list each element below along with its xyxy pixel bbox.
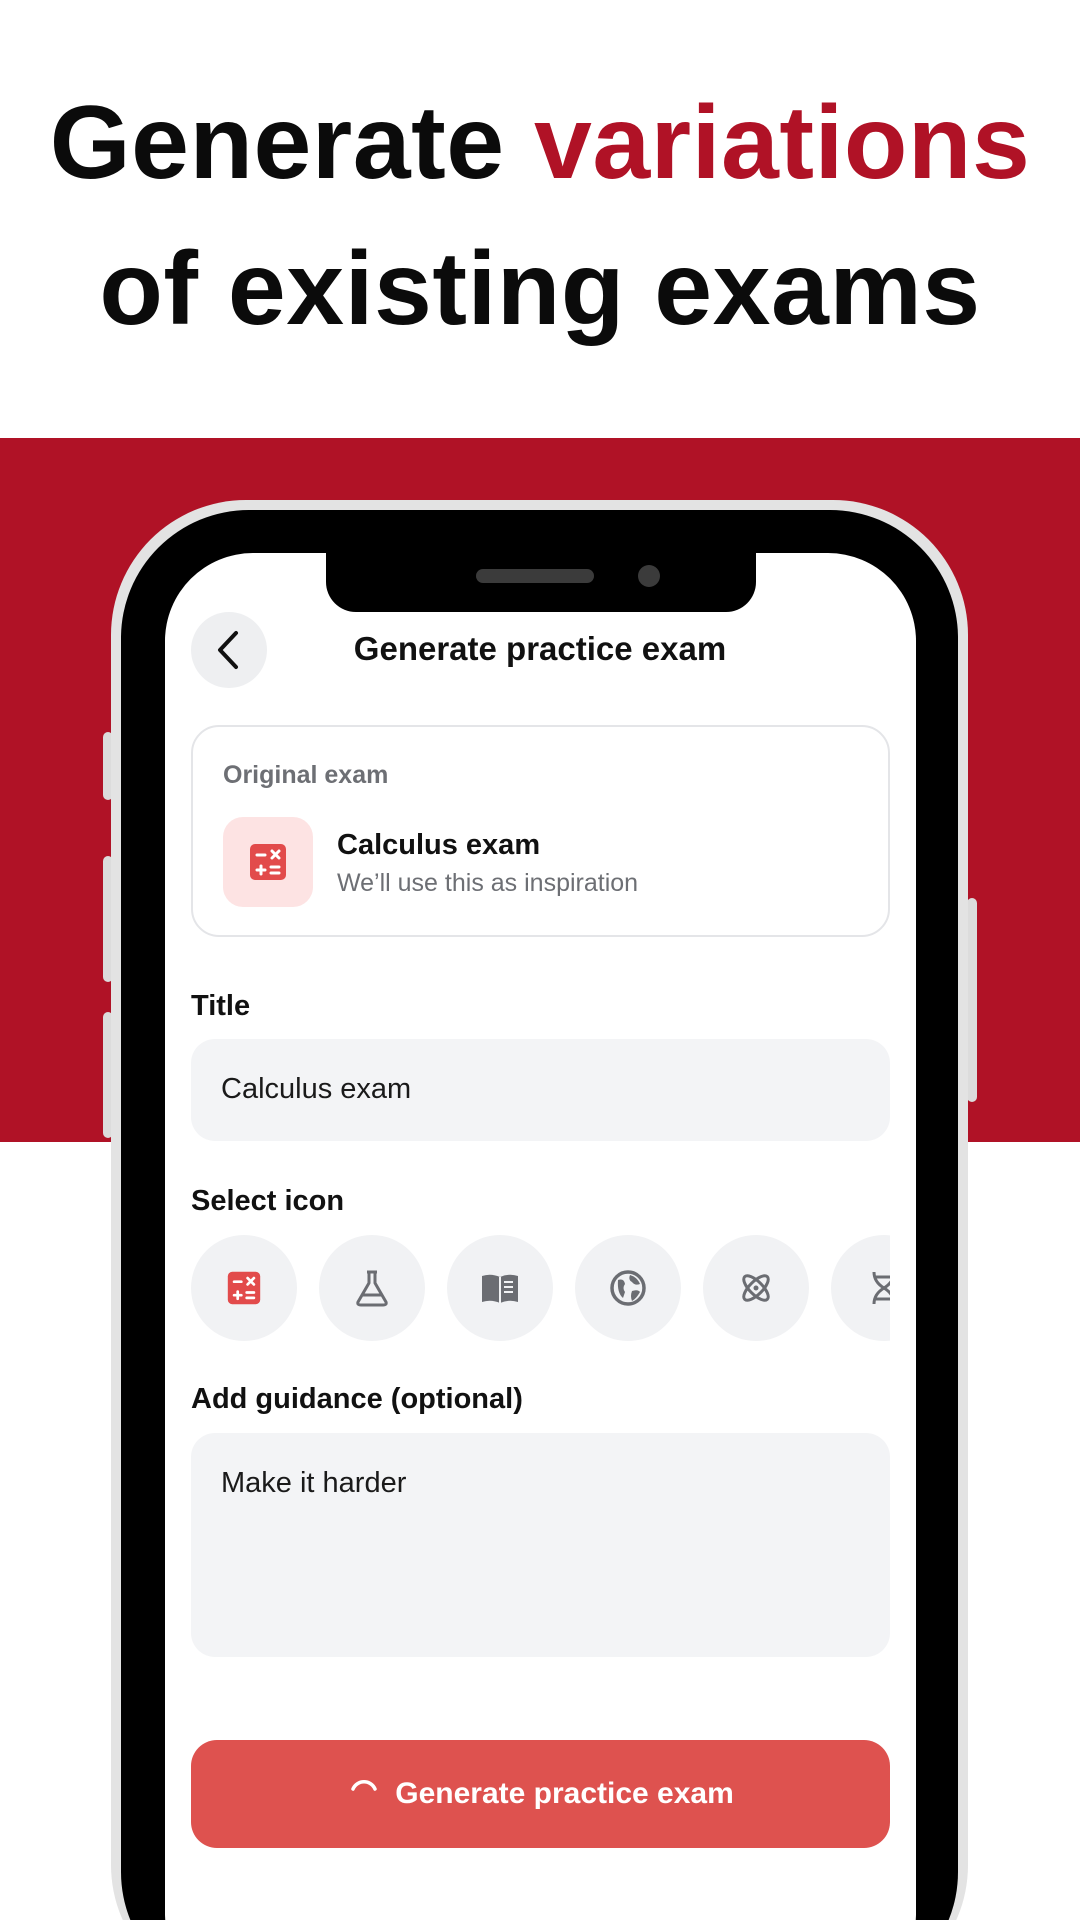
screen-title: Generate practice exam <box>353 630 727 667</box>
original-exam-label: Original exam <box>223 761 389 789</box>
flask-icon <box>356 1270 388 1307</box>
select-icon-label: Select icon <box>191 1185 345 1217</box>
title-input-value: Calculus exam <box>221 1073 412 1105</box>
spinner-icon <box>351 1780 377 1791</box>
phone-side-button-right <box>967 898 977 1102</box>
icon-option-globe[interactable] <box>575 1235 681 1341</box>
phone-screen: Generate practice exam Original exam Cal… <box>165 553 916 1920</box>
speaker-grille <box>476 569 594 583</box>
generate-practice-exam-button[interactable]: Generate practice exam <box>191 1740 890 1848</box>
generate-button-label: Generate practice exam <box>395 1777 734 1810</box>
dna-icon <box>872 1271 890 1305</box>
guidance-label: Add guidance (optional) <box>191 1383 523 1415</box>
icon-option-book[interactable] <box>447 1235 553 1341</box>
icon-option-dna[interactable] <box>831 1235 890 1341</box>
headline-accent: variations <box>533 85 1031 201</box>
headline-line-2: of existing exams <box>99 231 981 347</box>
title-input[interactable]: Calculus exam <box>191 1039 890 1141</box>
original-exam-icon-box <box>223 817 313 907</box>
globe-icon <box>610 1270 646 1306</box>
guidance-textarea[interactable]: Make it harder <box>191 1433 890 1657</box>
guidance-textarea-value: Make it harder <box>221 1467 407 1499</box>
book-icon <box>482 1274 518 1303</box>
front-camera <box>638 565 660 587</box>
icon-option-atom[interactable] <box>703 1235 809 1341</box>
icon-option-calculator[interactable] <box>191 1235 297 1341</box>
icon-picker-row <box>191 1235 890 1341</box>
chevron-left-icon <box>218 631 238 669</box>
calculator-icon <box>250 844 286 880</box>
title-label: Title <box>191 990 251 1022</box>
atom-icon <box>742 1274 770 1302</box>
original-exam-subtitle: We’ll use this as inspiration <box>337 869 639 897</box>
original-exam-card: Original exam Calculus exam We’ll use th… <box>191 725 890 937</box>
icon-option-flask[interactable] <box>319 1235 425 1341</box>
headline-line-1: Generate variations <box>0 70 1080 216</box>
headline: Generate variations of existing exams <box>0 70 1080 362</box>
phone-notch <box>326 553 756 612</box>
back-button[interactable] <box>191 612 267 688</box>
calculator-icon <box>227 1271 261 1305</box>
headline-part1: Generate <box>49 85 534 201</box>
original-exam-name: Calculus exam <box>337 829 541 861</box>
